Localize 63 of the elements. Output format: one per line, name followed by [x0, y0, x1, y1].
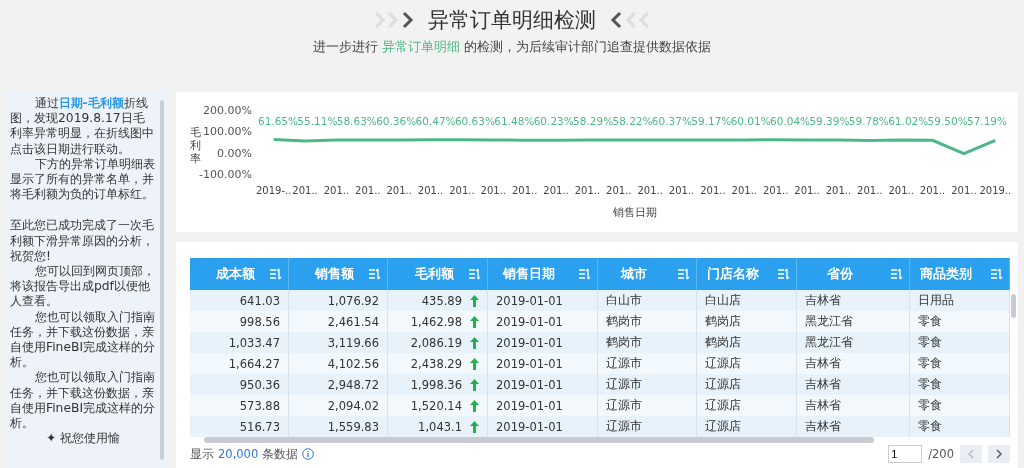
data-label: 61.48% [494, 115, 535, 127]
x-tick-label: 201.. [543, 185, 569, 196]
x-tick-label: 201.. [951, 185, 977, 196]
sidebar-paragraph: 下方的异常订单明细表显示了所有的异常名单，并将毛利额为负的订单标红。 [10, 156, 156, 203]
data-label: 55.11% [297, 115, 338, 127]
y-tick-label: -100.00% [199, 168, 252, 181]
data-label: 60.23% [533, 115, 574, 127]
data-label: 60.63% [454, 115, 495, 127]
y-tick-label: 100.00% [203, 125, 252, 139]
x-tick-label: 201.. [386, 185, 412, 196]
y-tick-label: 200.00% [203, 104, 252, 117]
data-label: 57.19% [967, 115, 1007, 127]
x-tick-label: 201.. [888, 185, 914, 196]
x-tick-label: 201.. [762, 185, 789, 196]
data-label: 59.50% [927, 115, 968, 127]
x-tick-label: 201.. [700, 185, 726, 196]
x-tick-label: 201.. [323, 185, 350, 196]
x-tick-label: 201.. [511, 185, 538, 196]
x-tick-label: 201.. [292, 185, 318, 196]
data-label: 58.29% [573, 115, 614, 127]
sidebar-paragraph: 您也可以领取入门指南任务，并下载这份数据，亲自使用FineBI完成这样的分析。 [10, 309, 156, 371]
x-tick-label: 201.. [355, 185, 381, 196]
data-label: 59.39% [809, 115, 850, 127]
x-tick-label: 201.. [857, 185, 883, 196]
x-tick-label: 2019-.. [256, 185, 292, 196]
x-tick-label: 201.. [480, 185, 507, 196]
data-label: 58.63% [336, 115, 377, 127]
sidebar-paragraph: 至此您已成功完成了一次毛利额下滑异常原因的分析，祝贺您! [10, 218, 155, 265]
table-cell: 零食 [910, 416, 1010, 437]
page-input[interactable]: 1 [888, 445, 923, 463]
page-title: 异常订单明细检测 [428, 7, 596, 34]
row-count-text: 显示 20,000 条数据 [190, 446, 315, 462]
chart-link[interactable]: 日期-毛利额 [58, 96, 124, 110]
x-tick-label: 201.. [794, 185, 820, 196]
x-tick-label: 2019.. [979, 185, 1012, 196]
x-tick-label: 201.. [731, 185, 758, 196]
data-label: 60.37% [651, 115, 692, 127]
sidebar-paragraph: ✦ 祝您使用愉 [44, 431, 122, 447]
data-label: 60.04% [770, 115, 811, 127]
data-label: 58.22% [612, 115, 653, 127]
x-tick-label: 201.. [417, 185, 444, 196]
x-axis-title: 销售日期 [612, 206, 657, 219]
data-label: 61.65% [258, 115, 298, 127]
x-tick-label: 201.. [637, 185, 663, 196]
sidebar-paragraph: 您也可以领取入门指南任务，并下载这份数据，亲自使用FineBI完成这样的分析。 [10, 370, 156, 432]
data-label: 59.78% [848, 115, 889, 127]
data-label: 60.47% [415, 115, 456, 127]
y-axis-title: 毛利率 [190, 126, 201, 165]
sidebar-paragraph: 您可以回到网页顶部，将该报告导出成pdf以便他人查看。 [10, 264, 156, 310]
page-subtitle: 进一步进行 异常订单明细 的检测，为后续审计部门追查提供数据依据 [312, 38, 712, 56]
x-tick-label: 201.. [574, 185, 601, 196]
x-tick-label: 201.. [919, 185, 946, 196]
x-tick-label: 201.. [825, 185, 852, 196]
data-label: 60.01% [730, 115, 771, 127]
sidebar-paragraph: 通过日期-毛利额折线图，发现2019.8.17日毛利率异常明显，在折线图中点击该日期进行联动。 [10, 96, 155, 157]
page-total: /200 [928, 447, 954, 461]
data-label: 59.17% [691, 115, 732, 127]
x-tick-label: 201.. [668, 185, 695, 196]
y-tick-label: 0.00% [217, 146, 252, 160]
x-tick-label: 201.. [449, 185, 475, 196]
x-tick-label: 201.. [606, 185, 632, 196]
data-label: 60.36% [376, 115, 417, 127]
data-label: 61.02% [888, 115, 929, 127]
